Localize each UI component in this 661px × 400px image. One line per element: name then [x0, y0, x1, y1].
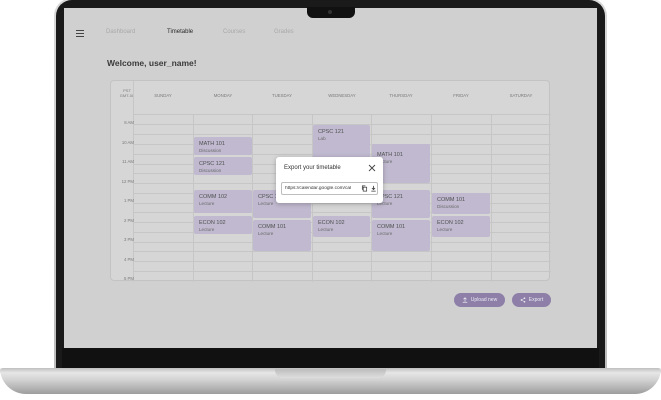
event-block[interactable]: COMM 101 Discussion [432, 193, 490, 214]
event-type: Lecture [258, 231, 274, 236]
event-course: COMM 101 [258, 224, 287, 230]
time-label: 5 PM [123, 276, 134, 281]
event-course: ECON 102 [318, 220, 345, 226]
export-button[interactable]: Export [512, 293, 551, 307]
event-type: Lecture [199, 227, 215, 232]
event-block[interactable]: ECON 102 Lecture [194, 216, 252, 234]
welcome-heading: Welcome, user_name! [107, 58, 197, 68]
event-course: CPSC 121 [199, 161, 225, 167]
grid-line [133, 261, 551, 262]
time-label: 8 AM [124, 120, 134, 125]
event-type: Discussion [199, 148, 222, 153]
event-type: Lecture [377, 231, 393, 236]
tab-dashboard[interactable]: Dashboard [106, 29, 135, 35]
upload-new-button[interactable]: Upload new [454, 293, 505, 307]
event-course: COMM 101 [437, 197, 466, 203]
event-type: Lecture [318, 227, 334, 232]
day-header-friday: FRIDAY [453, 93, 469, 98]
event-block[interactable]: ECON 102 Lecture [432, 216, 490, 237]
day-header-monday: MONDAY [213, 93, 233, 98]
grid-line [491, 114, 492, 282]
time-label: 1 PM [123, 198, 134, 203]
laptop-opening-groove [275, 369, 386, 378]
upload-icon [462, 297, 468, 303]
time-label: 12 PM [121, 179, 134, 184]
tab-grades[interactable]: Grades [274, 29, 294, 35]
time-label: 2 PM [123, 218, 134, 223]
event-type: Lecture [199, 201, 215, 206]
close-icon[interactable] [368, 164, 376, 172]
share-icon [520, 297, 526, 303]
calendar-url-field[interactable]: https://calendar.google.com/cal [281, 182, 378, 195]
day-header-sunday: SUNDAY [154, 93, 172, 98]
time-label: 11 AM [122, 159, 134, 164]
event-type: Discussion [437, 204, 460, 209]
event-type: Lecture [377, 201, 393, 206]
event-block[interactable]: CPSC 121 Discussion [194, 157, 252, 175]
event-type: Lab [318, 136, 326, 141]
time-label: 10 AM [121, 140, 134, 145]
event-course: MATH 101 [199, 141, 225, 147]
event-course: MATH 101 [377, 152, 403, 158]
event-course: COMM 102 [199, 194, 228, 200]
grid-line [133, 271, 551, 272]
export-label: Export [528, 297, 544, 303]
day-header-saturday: SATURDAY [509, 93, 533, 98]
event-course: ECON 102 [199, 220, 226, 226]
upload-new-label: Upload new [470, 297, 498, 303]
event-block[interactable]: COMM 101 Lecture [253, 220, 311, 251]
event-course: COMM 101 [377, 224, 406, 230]
event-type: Lecture [437, 227, 453, 232]
laptop-screen: Dashboard Timetable Courses Grades Welco… [64, 8, 597, 348]
grid-line [133, 242, 551, 243]
day-header-wednesday: WEDNESDAY [328, 93, 356, 98]
event-type: Lecture [377, 159, 393, 164]
event-course: ECON 102 [437, 220, 464, 226]
download-icon[interactable] [370, 185, 377, 192]
day-header-thursday: THURSDAY [389, 93, 413, 98]
export-dialog: Export your timetable https://calendar.g… [276, 157, 383, 203]
grid-line [133, 114, 551, 115]
calendar-url-text[interactable]: https://calendar.google.com/cal [285, 186, 357, 191]
event-block[interactable]: COMM 102 Lecture [194, 190, 252, 213]
export-dialog-title: Export your timetable [284, 165, 341, 171]
time-label: 4 PM [123, 257, 134, 262]
time-label: 3 PM [123, 237, 134, 242]
event-block[interactable]: ECON 102 Lecture [313, 216, 370, 237]
tab-courses[interactable]: Courses [223, 29, 245, 35]
day-header-tuesday: TUESDAY [272, 93, 292, 98]
tab-timetable[interactable]: Timetable [167, 29, 193, 35]
copy-icon[interactable] [361, 185, 368, 192]
event-block[interactable]: COMM 101 Lecture [372, 220, 430, 251]
laptop-chin [62, 348, 599, 368]
event-block[interactable]: MATH 101 Discussion [194, 137, 252, 155]
grid-line [133, 251, 551, 252]
event-course: CPSC 121 [377, 194, 403, 200]
hamburger-menu-icon[interactable] [76, 30, 84, 39]
event-course: CPSC 121 [318, 129, 344, 135]
event-type: Discussion [199, 168, 222, 173]
camera-lens [328, 10, 332, 14]
